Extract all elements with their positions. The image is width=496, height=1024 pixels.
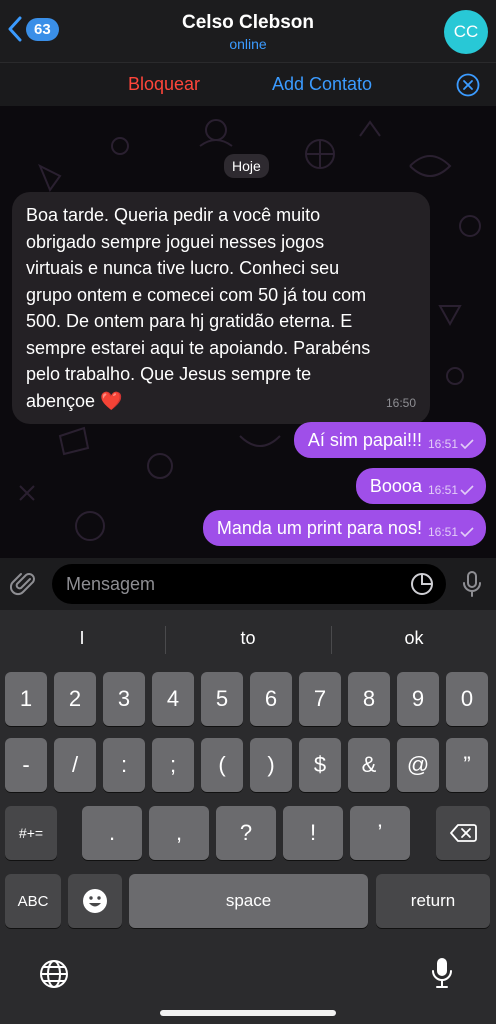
contact-action-bar: Bloquear Add Contato — [0, 62, 496, 106]
add-contact-button[interactable]: Add Contato — [272, 74, 372, 95]
incoming-message[interactable]: Boa tarde. Queria pedir a você muito obr… — [12, 192, 430, 424]
key[interactable]: - — [5, 738, 47, 792]
key[interactable]: 6 — [250, 672, 292, 726]
message-line: obrigado sempre joguei nesses jogos — [26, 231, 325, 252]
message-meta: 16:51 — [428, 524, 474, 540]
home-indicator[interactable] — [160, 1010, 336, 1016]
key[interactable]: , — [149, 806, 209, 860]
paperclip-icon[interactable] — [10, 570, 38, 598]
backspace-icon — [450, 824, 477, 842]
abc-key[interactable]: ABC — [5, 874, 61, 928]
space-key[interactable]: space — [129, 874, 368, 928]
key[interactable]: 5 — [201, 672, 243, 726]
key[interactable]: ’ — [350, 806, 410, 860]
suggestion-item[interactable]: I — [0, 628, 164, 649]
sticker-icon[interactable] — [410, 572, 434, 596]
microphone-icon[interactable] — [460, 570, 484, 598]
avatar-initials: CC — [453, 22, 479, 41]
suggestion-bar: I to ok — [0, 610, 496, 666]
chat-header: 63 Celso Clebson online CC — [0, 0, 496, 62]
chat-title: Celso Clebson — [182, 12, 314, 33]
key[interactable]: 4 — [152, 672, 194, 726]
outgoing-message[interactable]: Boooa 16:51 — [355, 468, 486, 504]
message-text: Manda um print para nos! — [216, 518, 422, 538]
composer-bar: Mensagem — [0, 558, 496, 610]
message-time: 16:51 — [427, 437, 458, 451]
outgoing-message[interactable]: Manda um print para nos! 16:51 — [202, 510, 486, 546]
key[interactable]: ? — [216, 806, 276, 860]
suggestion-item[interactable]: to — [166, 628, 330, 649]
key[interactable]: ) — [250, 738, 292, 792]
message-line: grupo ontem e comecei com 50 já tou com — [26, 284, 367, 305]
message-input[interactable]: Mensagem — [52, 564, 446, 604]
heart-emoji: ❤️ — [100, 390, 123, 411]
return-key[interactable]: return — [376, 874, 490, 928]
delete-key[interactable] — [436, 806, 490, 860]
message-time: 16:50 — [385, 395, 416, 410]
close-icon[interactable] — [456, 73, 480, 97]
message-text: abençoe — [26, 390, 96, 411]
key[interactable]: 9 — [397, 672, 439, 726]
key[interactable]: : — [103, 738, 145, 792]
key[interactable]: . — [82, 806, 142, 860]
message-line: sempre estarei aqui te apoiando. Parabén… — [26, 337, 371, 358]
emoji-icon — [83, 889, 107, 913]
key[interactable]: 0 — [446, 672, 488, 726]
message-line: Boa tarde. Queria pedir a você muito — [26, 205, 321, 225]
message-input-placeholder: Mensagem — [66, 573, 156, 594]
message-line: pelo trabalho. Que Jesus sempre te — [26, 364, 312, 384]
check-icon — [460, 439, 474, 449]
key[interactable]: ! — [283, 806, 343, 860]
chat-title-area[interactable]: Celso Clebson online — [0, 12, 496, 52]
key[interactable]: 2 — [54, 672, 96, 726]
key[interactable]: & — [348, 738, 390, 792]
suggestion-item[interactable]: ok — [332, 628, 496, 649]
key[interactable]: $ — [299, 738, 341, 792]
globe-icon[interactable] — [38, 958, 70, 990]
message-line: 500. De ontem para hj gratidão eterna. E — [26, 311, 353, 331]
message-meta: 16:51 — [428, 482, 474, 498]
key[interactable]: ; — [152, 738, 194, 792]
outgoing-message[interactable]: Aí sim papai!!! 16:51 — [293, 422, 486, 458]
message-meta: 16:51 — [428, 436, 474, 452]
key[interactable]: 7 — [299, 672, 341, 726]
message-text: Aí sim papai!!! — [307, 430, 422, 450]
key[interactable]: ( — [201, 738, 243, 792]
more-symbols-key[interactable]: #+= — [5, 806, 57, 860]
check-icon — [460, 527, 474, 537]
emoji-key[interactable] — [68, 874, 122, 928]
key[interactable]: 8 — [348, 672, 390, 726]
avatar[interactable]: CC — [444, 10, 488, 54]
date-separator: Hoje — [224, 154, 269, 178]
message-line: virtuais e nunca tive lucro. Conheci seu — [26, 258, 340, 278]
key[interactable]: @ — [397, 738, 439, 792]
key[interactable]: ” — [446, 738, 488, 792]
chat-messages-area[interactable]: Hoje Boa tarde. Queria pedir a você muit… — [0, 106, 496, 558]
message-text: Boooa — [369, 476, 422, 496]
check-icon — [460, 485, 474, 495]
key[interactable]: 3 — [103, 672, 145, 726]
keyboard: I to ok 1 2 3 4 5 6 7 8 9 0 - / : ; ( ) … — [0, 610, 496, 1024]
key[interactable]: / — [54, 738, 96, 792]
message-line-last: abençoe ❤️ — [26, 388, 416, 415]
message-time: 16:51 — [427, 483, 458, 497]
dictation-microphone-icon[interactable] — [430, 956, 454, 990]
chat-status: online — [229, 36, 267, 52]
message-time: 16:51 — [427, 525, 458, 539]
key[interactable]: 1 — [5, 672, 47, 726]
block-button[interactable]: Bloquear — [128, 74, 200, 95]
